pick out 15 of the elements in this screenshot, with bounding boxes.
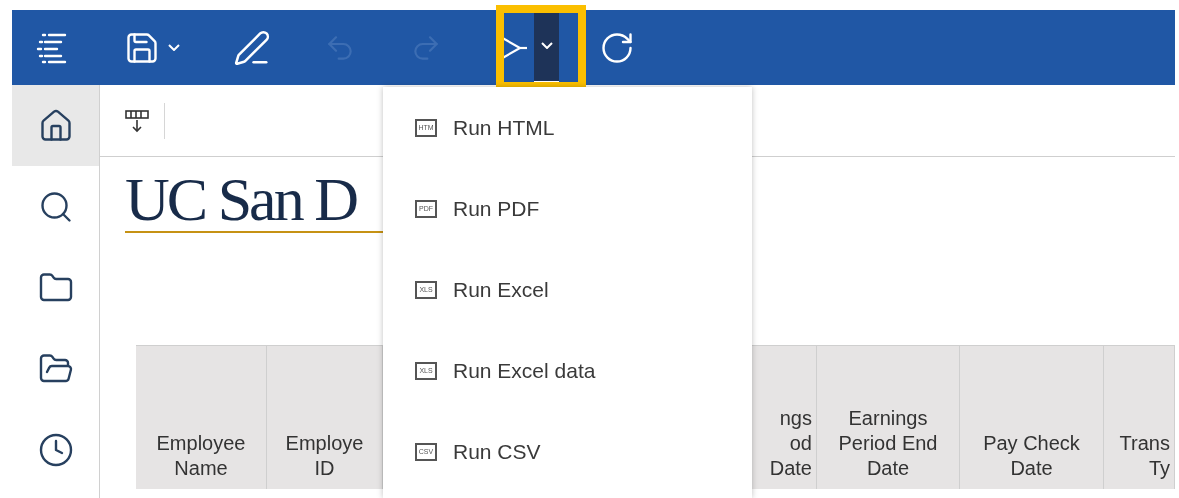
clock-icon — [37, 431, 74, 468]
column-header: Trans Ty — [1104, 346, 1175, 489]
menu-item-label: Run Excel — [453, 276, 549, 303]
caret-icon — [168, 44, 180, 51]
caret-icon — [540, 42, 553, 49]
pencil-icon — [233, 28, 271, 67]
home-button[interactable] — [12, 85, 99, 166]
menu-item-label: Run HTML — [453, 114, 555, 141]
column-header: Employee Name — [136, 346, 267, 489]
column-header: Earnings Period End Date — [817, 346, 960, 489]
menu-item-label: Run PDF — [453, 195, 540, 222]
insert-column-icon — [124, 108, 150, 133]
column-header: Pay Check Date — [960, 346, 1104, 489]
menu-item-label: Run Excel data — [453, 357, 596, 384]
menu-item-label: Run CSV — [453, 438, 541, 465]
